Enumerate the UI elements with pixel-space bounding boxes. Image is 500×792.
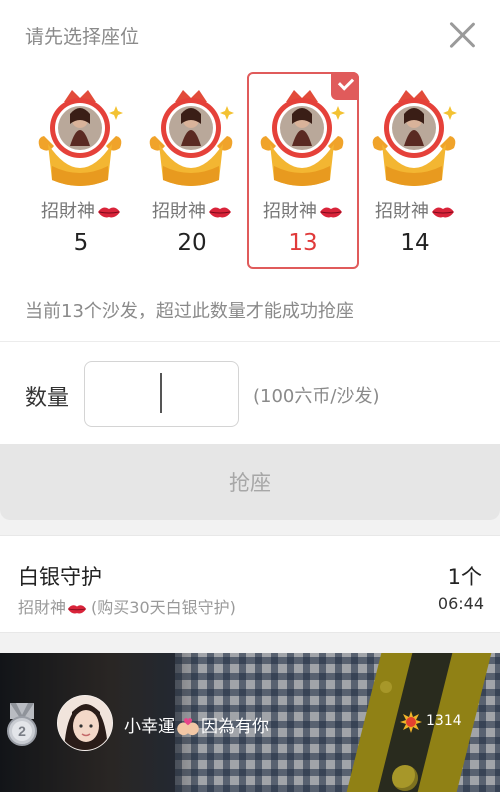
seat-name: 招財神	[375, 201, 429, 222]
guard-time: 06:44	[437, 594, 484, 613]
seat-name: 招財神	[41, 201, 95, 222]
guard-note: (购买30天白银守护)	[91, 598, 236, 617]
divider	[0, 341, 500, 342]
silver-guard-row[interactable]: 白银守护 招財神 (购买30天白银守护) 1个 06:44	[0, 535, 500, 633]
sheet-title: 请先选择座位	[25, 26, 140, 48]
avatar[interactable]	[57, 695, 113, 751]
seat-selection-sheet: 请先选择座位 招財神 5 招財神 20 招財神 13 招財神 14 当前13个沙…	[0, 0, 500, 520]
chat-row[interactable]: 2 小幸運 因為有你 1314	[0, 695, 500, 755]
seat-hint: 当前13个沙发，超过此数量才能成功抢座	[25, 301, 354, 322]
seat-count: 5	[73, 230, 89, 256]
lips-icon	[320, 207, 342, 218]
rank-medal-icon: 2	[7, 703, 37, 746]
seat-count: 14	[400, 230, 430, 256]
seat-option-1[interactable]: 招財神 5	[25, 72, 137, 269]
chat-user-name: 小幸運 因為有你	[124, 717, 269, 737]
chat-value: 1314	[426, 713, 462, 729]
couple-emoji-icon	[177, 718, 199, 736]
guard-subtitle: 招財神 (购买30天白银守护)	[18, 594, 236, 618]
close-icon[interactable]	[446, 18, 478, 50]
seat-option-3[interactable]: 招財神 13	[247, 72, 359, 269]
rank-number: 2	[18, 723, 26, 739]
text-caret	[160, 373, 162, 413]
grab-seat-button[interactable]: 抢座	[0, 444, 500, 520]
lips-icon	[432, 207, 454, 218]
throne-avatar-icon	[260, 90, 345, 186]
price-note: (100六币/沙发)	[253, 386, 380, 407]
throne-avatar-icon	[372, 90, 457, 186]
seat-option-2[interactable]: 招財神 20	[136, 72, 248, 269]
lips-icon	[67, 604, 87, 614]
sun-badge-icon	[400, 711, 422, 733]
seat-name: 招財神	[152, 201, 206, 222]
seat-count: 13	[288, 230, 318, 256]
live-video-area[interactable]: 2 小幸運 因為有你 1314	[0, 653, 500, 792]
seat-name: 招財神	[263, 201, 317, 222]
guard-title: 白银守护	[18, 565, 102, 589]
lips-icon	[209, 207, 231, 218]
quantity-label: 数量	[25, 386, 70, 411]
seat-count: 20	[177, 230, 207, 256]
seat-option-4[interactable]: 招財神 14	[359, 72, 471, 269]
guard-count: 1个	[447, 565, 482, 589]
guard-user-name: 招財神	[18, 598, 67, 617]
throne-avatar-icon	[149, 90, 234, 186]
lips-icon	[98, 207, 120, 218]
throne-avatar-icon	[38, 90, 123, 186]
